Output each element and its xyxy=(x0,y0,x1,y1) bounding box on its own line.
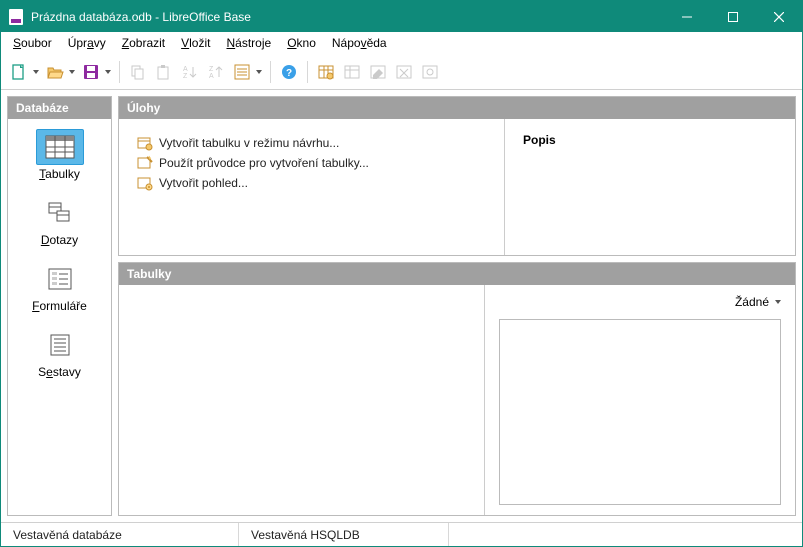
sidebar-item-tables[interactable]: Tabulky xyxy=(20,125,100,185)
menu-napoveda[interactable]: Nápověda xyxy=(324,34,395,52)
chevron-down-icon xyxy=(33,70,39,74)
rename-button[interactable] xyxy=(418,60,442,84)
chevron-down-icon xyxy=(775,300,781,304)
menu-vlozit[interactable]: Vložit xyxy=(173,34,218,52)
chevron-down-icon xyxy=(69,70,75,74)
tasks-pane: Úlohy Vytvořit tabulku v režimu návrhu..… xyxy=(118,96,796,256)
report-icon xyxy=(36,327,84,363)
objects-pane: Tabulky Žádné xyxy=(118,262,796,516)
task-label: Vytvořit tabulku v režimu návrhu... xyxy=(159,136,339,150)
sidebar-item-reports[interactable]: Sestavy xyxy=(20,323,100,383)
main-area: Úlohy Vytvořit tabulku v režimu návrhu..… xyxy=(118,96,796,516)
body: Databáze Tabulky Dotazy Formuláře xyxy=(1,90,802,522)
maximize-button[interactable] xyxy=(710,1,756,32)
app-icon xyxy=(9,9,23,25)
title-bar: Prázdna databáza.odb - LibreOffice Base xyxy=(1,1,802,32)
status-db-type: Vestavěná databáze xyxy=(1,523,239,546)
status-empty xyxy=(449,523,802,546)
close-button[interactable] xyxy=(756,1,802,32)
preview-mode-label: Žádné xyxy=(735,295,769,309)
paste-button[interactable] xyxy=(152,60,176,84)
new-button[interactable] xyxy=(7,60,41,84)
task-create-view[interactable]: Vytvořit pohled... xyxy=(137,173,486,193)
sidebar-item-queries[interactable]: Dotazy xyxy=(20,191,100,251)
menu-nastroje[interactable]: Nástroje xyxy=(218,34,279,52)
tasks-list: Vytvořit tabulku v režimu návrhu... Použ… xyxy=(119,119,505,255)
edit-table-button[interactable] xyxy=(366,60,390,84)
description-column: Popis xyxy=(505,119,795,255)
task-label: Vytvořit pohled... xyxy=(159,176,248,190)
form-button[interactable] xyxy=(230,60,264,84)
svg-text:A: A xyxy=(209,73,214,80)
sidebar: Databáze Tabulky Dotazy Formuláře xyxy=(7,96,112,516)
task-label: Použít průvodce pro vytvoření tabulky... xyxy=(159,156,369,170)
menu-zobrazit[interactable]: Zobrazit xyxy=(114,34,173,52)
sidebar-item-label: Tabulky xyxy=(39,167,80,181)
delete-button[interactable] xyxy=(392,60,416,84)
separator xyxy=(270,61,271,83)
help-button[interactable]: ? xyxy=(277,60,301,84)
separator xyxy=(119,61,120,83)
preview-column: Žádné xyxy=(485,285,795,515)
chevron-down-icon xyxy=(105,70,111,74)
sidebar-item-label: Dotazy xyxy=(41,233,78,247)
tables-view-button[interactable] xyxy=(314,60,338,84)
menu-upravy[interactable]: Úpravy xyxy=(60,34,114,52)
sidebar-item-forms[interactable]: Formuláře xyxy=(20,257,100,317)
objects-list[interactable] xyxy=(119,285,485,515)
preview-mode-selector[interactable]: Žádné xyxy=(499,295,781,309)
svg-text:Z: Z xyxy=(183,73,188,80)
wand-icon xyxy=(137,155,153,171)
save-button[interactable] xyxy=(79,60,113,84)
copy-button[interactable] xyxy=(126,60,150,84)
sidebar-header: Databáze xyxy=(8,97,111,119)
task-create-design[interactable]: Vytvořit tabulku v režimu návrhu... xyxy=(137,133,486,153)
queries-view-button[interactable] xyxy=(340,60,364,84)
sort-desc-button[interactable]: ZA xyxy=(204,60,228,84)
tasks-header: Úlohy xyxy=(119,97,795,119)
toolbar: AZ ZA ? xyxy=(1,54,802,90)
svg-text:A: A xyxy=(183,66,188,73)
wizard-icon xyxy=(137,135,153,151)
view-icon xyxy=(137,175,153,191)
status-engine: Vestavěná HSQLDB xyxy=(239,523,449,546)
open-button[interactable] xyxy=(43,60,77,84)
sidebar-item-label: Formuláře xyxy=(32,299,87,313)
svg-text:Z: Z xyxy=(209,66,214,73)
task-use-wizard[interactable]: Použít průvodce pro vytvoření tabulky... xyxy=(137,153,486,173)
objects-header: Tabulky xyxy=(119,263,795,285)
preview-box xyxy=(499,319,781,505)
status-bar: Vestavěná databáze Vestavěná HSQLDB xyxy=(1,522,802,546)
separator xyxy=(307,61,308,83)
window-title: Prázdna databáza.odb - LibreOffice Base xyxy=(31,10,251,24)
window-controls xyxy=(664,1,802,32)
svg-text:?: ? xyxy=(286,68,292,79)
minimize-button[interactable] xyxy=(664,1,710,32)
menu-okno[interactable]: Okno xyxy=(279,34,324,52)
description-label: Popis xyxy=(523,133,777,147)
sort-asc-button[interactable]: AZ xyxy=(178,60,202,84)
query-icon xyxy=(36,195,84,231)
menu-soubor[interactable]: Sdocument.currentScript.previousElementS… xyxy=(5,34,60,52)
menu-bar: Sdocument.currentScript.previousElementS… xyxy=(1,32,802,54)
sidebar-item-label: Sestavy xyxy=(38,365,81,379)
table-icon xyxy=(36,129,84,165)
form-icon xyxy=(36,261,84,297)
chevron-down-icon xyxy=(256,70,262,74)
